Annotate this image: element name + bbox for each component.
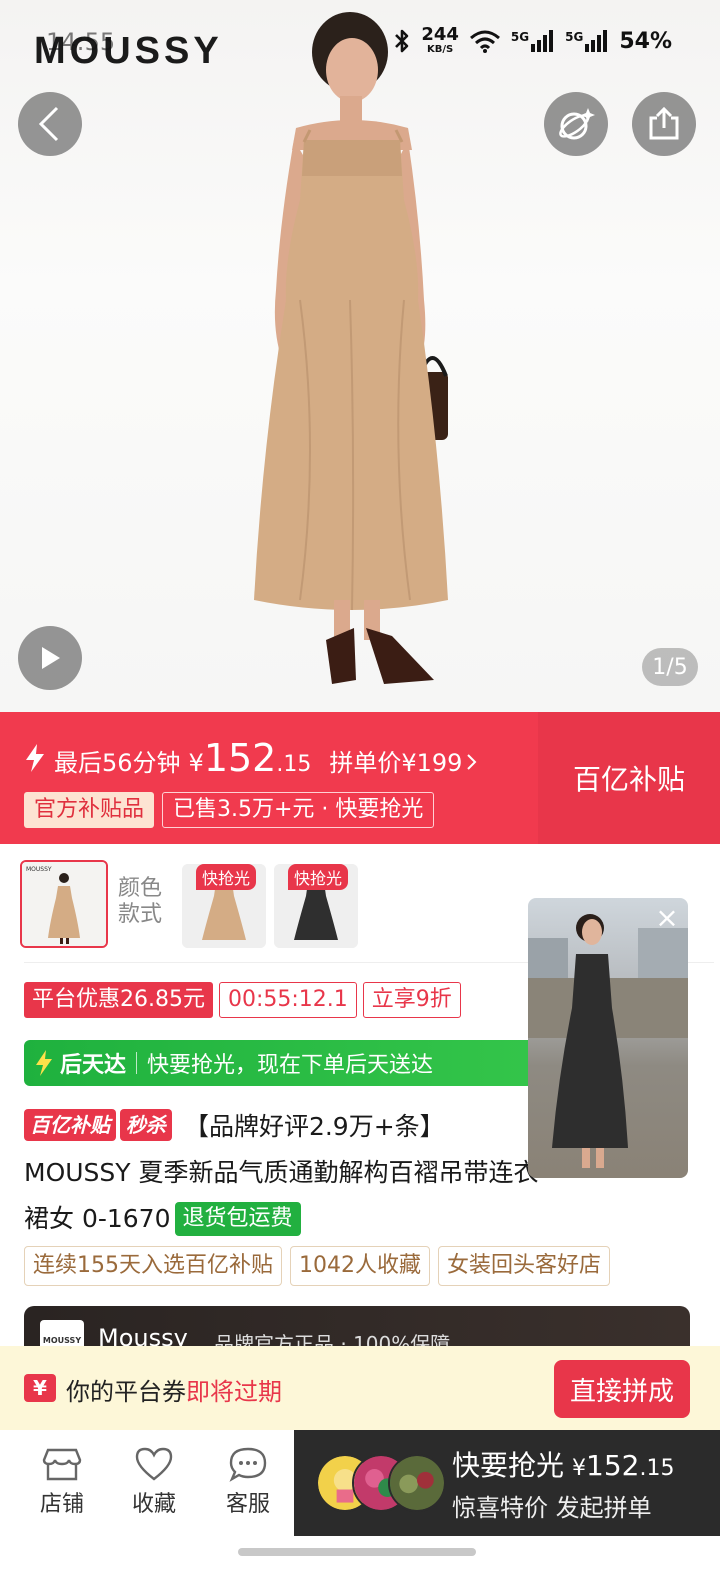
subsidy-badge: 百亿补贴 (24, 1109, 116, 1141)
flash-countdown-text: 最后56分钟 (54, 749, 181, 777)
product-page: MOUSSY 14:55 244 KB/S 5G 5G 54% 1/5 最后56… (0, 0, 720, 1584)
price-decimal: .15 (276, 752, 312, 777)
promo-row[interactable]: 平台优惠26.85元 00:55:12.1 立享9折 (24, 982, 461, 1018)
currency-symbol: ¥ (188, 749, 204, 777)
chevron-left-icon (38, 106, 59, 142)
coupon-bar: ¥ 你的平台券即将过期 直接拼成 (0, 1346, 720, 1430)
floating-video[interactable]: × (528, 898, 688, 1178)
shop-button[interactable]: 店铺 (22, 1446, 102, 1518)
direct-group-buy-button[interactable]: 直接拼成 (554, 1360, 690, 1418)
play-icon (42, 647, 60, 669)
delivery-banner: 后天达 快要抢光，现在下单后天送达 (24, 1040, 544, 1086)
official-subsidy-tag: 官方补贴品 (24, 792, 155, 828)
lightning-icon (26, 744, 44, 772)
chevron-right-icon (467, 754, 477, 770)
favorite-button[interactable]: 收藏 (114, 1446, 194, 1518)
customer-service-button[interactable]: 客服 (208, 1446, 288, 1518)
product-title: 百亿补贴 秒杀 【品牌好评2.9万+条】MOUSSY 夏季新品气质通勤解构百褶吊带… (24, 1104, 544, 1242)
low-stock-tag: 快抢光 (288, 864, 349, 890)
price-integer: 152 (203, 736, 277, 780)
instant-discount: 立享9折 (362, 982, 461, 1018)
ar-tryon-button[interactable] (544, 92, 608, 156)
bluetooth-icon (395, 29, 409, 53)
seckill-badge: 秒杀 (120, 1109, 172, 1141)
share-button[interactable] (632, 92, 696, 156)
buy-line2: 惊喜特价 发起拼单 (452, 1494, 652, 1522)
back-button[interactable] (18, 92, 82, 156)
home-indicator[interactable] (238, 1548, 476, 1556)
separator (136, 1052, 138, 1074)
platform-discount: 平台优惠26.85元 (24, 982, 213, 1018)
coupon-icon: ¥ (24, 1374, 56, 1402)
battery-percent: 54% (619, 28, 672, 54)
delivery-label: 后天达 (60, 1053, 127, 1078)
product-photo (254, 12, 448, 684)
status-icons: 244 KB/S 5G 5G 54% (393, 26, 672, 56)
color-option[interactable]: 快抢光 (274, 864, 358, 948)
close-icon[interactable]: × (652, 904, 682, 934)
svg-text:MOUSSY: MOUSSY (26, 866, 52, 873)
chat-bubble-icon (229, 1447, 267, 1482)
status-bar: 14:55 244 KB/S 5G 5G 54% (0, 22, 720, 62)
wifi-icon (469, 30, 500, 53)
bottom-action-bar: 店铺 收藏 客服 快要抢光 ¥152.15 惊喜特价 发起拼单 (0, 1430, 720, 1540)
sparkle-ar-icon (559, 108, 595, 140)
signal-icon (585, 30, 608, 52)
low-stock-tag: 快抢光 (196, 864, 257, 890)
signal-5g-2: 5G (565, 30, 609, 52)
status-time: 14:55 (46, 28, 116, 56)
dress-thumbnail: MOUSSY (22, 862, 106, 946)
color-option[interactable]: 快抢光 (182, 864, 266, 948)
signal-icon (531, 30, 554, 52)
store-icon (42, 1448, 82, 1481)
share-icon (649, 106, 679, 140)
group-price[interactable]: 拼单价¥199 (329, 743, 462, 778)
price-tags: 官方补贴品 已售3.5万+元 · 快要抢光 (24, 792, 435, 828)
highlight-chips: 连续155天入选百亿补贴 1042人收藏 女装回头客好店 (24, 1246, 611, 1286)
color-style-label: 颜色 款式 (118, 876, 163, 927)
play-video-button[interactable] (18, 626, 82, 690)
subsidy-label[interactable]: 百亿补贴 (538, 712, 720, 844)
delivery-text: 快要抢光，现在下单后天送达 (147, 1053, 434, 1078)
sold-count-tag: 已售3.5万+元 · 快要抢光 (162, 792, 435, 828)
buyer-avatars (316, 1454, 446, 1514)
price-banner: 最后56分钟 ¥ 152 .15 拼单价¥199 官方补贴品 已售3.5万+元 … (0, 712, 720, 844)
net-speed: 244 KB/S (421, 24, 459, 56)
avatar (388, 1454, 446, 1512)
chip-favorites: 1042人收藏 (290, 1246, 430, 1286)
chip-subsidy-days: 连续155天入选百亿补贴 (24, 1246, 282, 1286)
return-shipping-badge: 退货包运费 (174, 1202, 301, 1236)
lightning-icon (36, 1050, 52, 1076)
flash-price-row: 最后56分钟 ¥ 152 .15 拼单价¥199 (24, 736, 478, 780)
coupon-text: 你的平台券即将过期 (66, 1378, 282, 1406)
countdown-timer: 00:55:12.1 (218, 982, 357, 1018)
heart-icon (135, 1447, 173, 1481)
group-buy-button[interactable]: 快要抢光 ¥152.15 惊喜特价 发起拼单 (294, 1430, 720, 1536)
chip-repeat-shop: 女装回头客好店 (438, 1246, 611, 1286)
signal-5g-1: 5G (511, 30, 555, 52)
product-image-carousel[interactable]: MOUSSY 14:55 244 KB/S 5G 5G 54% 1/5 (0, 0, 720, 712)
video-preview (528, 914, 688, 1168)
color-option[interactable]: MOUSSY (20, 860, 108, 948)
image-page-indicator: 1/5 (642, 648, 698, 686)
buy-line1: 快要抢光 ¥152.15 (452, 1449, 675, 1482)
